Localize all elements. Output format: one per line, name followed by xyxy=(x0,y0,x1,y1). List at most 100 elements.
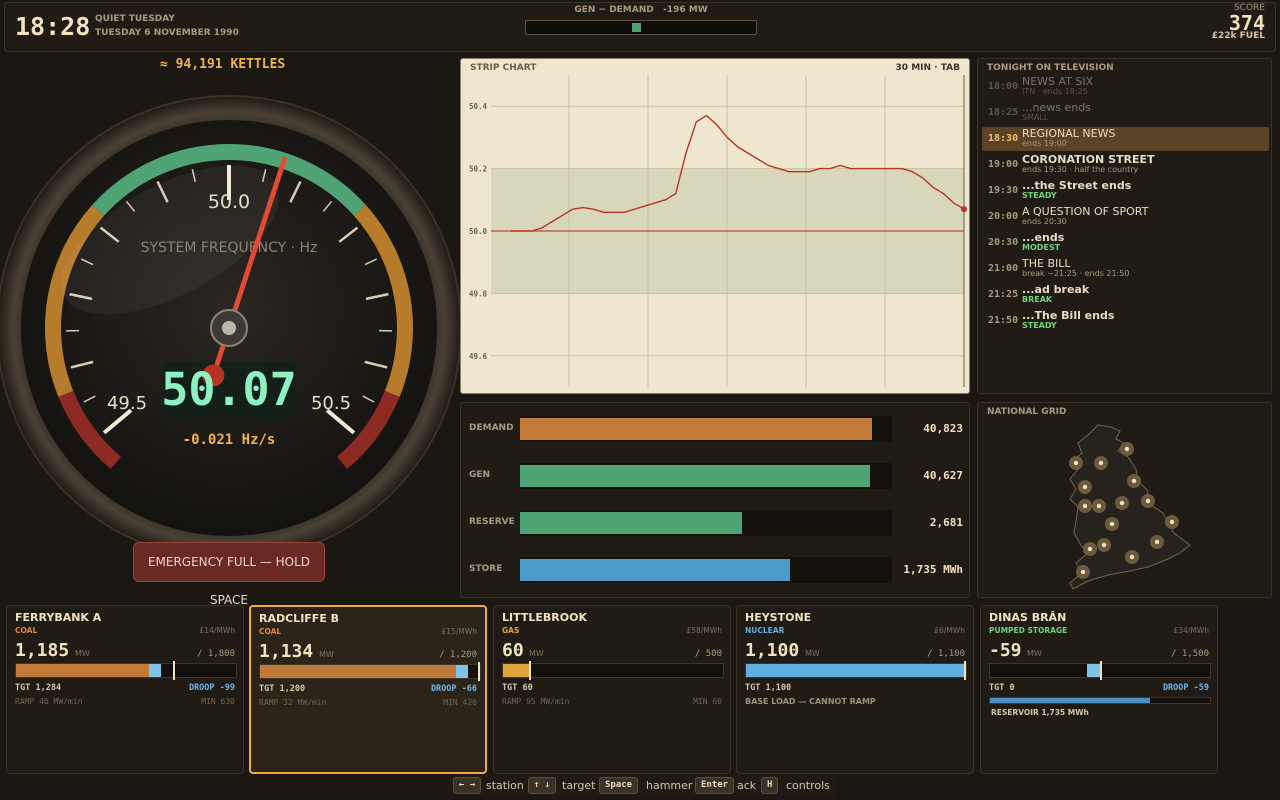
key-hint-desc: station xyxy=(486,779,524,792)
station-capacity: / 1,100 xyxy=(927,649,965,659)
key-hint-hammer: Space xyxy=(599,777,639,794)
station-output-unit: MW xyxy=(529,649,544,658)
tv-programme-note: ends 19:00 xyxy=(1022,139,1067,148)
gauge-title: SYSTEM FREQUENCY · Hz xyxy=(141,240,318,256)
tv-programme-time: 19:30 xyxy=(988,185,1019,196)
station-output-fill xyxy=(16,664,161,677)
strip-y-tick: 50.4 xyxy=(469,102,488,111)
station-card-dinas-br-n[interactable]: DINAS BRÂN PUMPED STORAGE £34/MWh -59 MW / 1,… xyxy=(980,605,1218,774)
station-type: NUCLEAR xyxy=(745,626,785,635)
balance-bar-track xyxy=(520,416,892,442)
station-target-marker[interactable] xyxy=(1100,661,1102,680)
station-target: TGT 60 xyxy=(502,683,533,693)
balance-bar-label: GEN xyxy=(469,470,491,480)
station-card-littlebrook[interactable]: LITTLEBROOK GAS £58/MWh 60 MW / 500 TGT 60 RAMP… xyxy=(493,605,731,774)
station-ramp: RAMP 95 MW/min xyxy=(502,697,570,706)
gauge-hub-cap xyxy=(222,321,236,335)
balance-bar-value: 40,823 xyxy=(923,422,963,435)
grid-map-title: NATIONAL GRID xyxy=(987,407,1067,417)
tv-programme-note: ITN · ends 18:25 xyxy=(1022,87,1088,96)
grid-map xyxy=(1069,424,1191,590)
power-station-marker-dot xyxy=(1096,503,1102,509)
station-ramp: RAMP 46 MW/min xyxy=(15,697,83,706)
gauge-rate: -0.021 Hz/s xyxy=(183,432,276,448)
tv-programme: 18:25 ...news ends SMALL xyxy=(982,101,1269,125)
station-output-bar[interactable] xyxy=(745,661,967,680)
station-card-ferrybank-a[interactable]: FERRYBANK A COAL £14/MWh 1,185 MW / 1,800 TGT … xyxy=(6,605,244,774)
station-target-marker[interactable] xyxy=(172,661,175,680)
station-capacity: / 1,800 xyxy=(197,649,235,659)
station-output: 1,100 xyxy=(745,640,800,661)
tv-programme: 20:00 A QUESTION OF SPORT ends 20:30 xyxy=(982,205,1269,229)
station-name: RADCLIFFE B xyxy=(259,612,340,625)
station-target-marker[interactable] xyxy=(964,661,966,680)
power-station-marker-dot xyxy=(1101,542,1107,548)
station-output-bar[interactable] xyxy=(259,662,481,681)
station-cost: £34/MWh xyxy=(1173,626,1209,635)
key-hint-target: ↑ ↓ xyxy=(528,777,557,794)
station-target: TGT 1,200 xyxy=(259,684,306,694)
tv-programme-note: BREAK xyxy=(1022,295,1053,304)
station-output-bar[interactable] xyxy=(15,661,237,680)
balance-bar-track xyxy=(520,463,892,489)
tv-programme: 18:00 NEWS AT SIX ITN · ends 18:25 xyxy=(982,75,1269,99)
station-card-heystone[interactable]: HEYSTONE NUCLEAR £6/MWh 1,100 MW / 1,100 TGT 1… xyxy=(736,605,974,774)
balance-bars-panel: DEMAND 40,823 GEN 40,627 RESERVE 2,681 STORE 1,… xyxy=(460,402,970,598)
station-capacity: / 1,200 xyxy=(439,650,477,660)
station-note: BASE LOAD — CANNOT RAMP xyxy=(745,697,876,706)
balance-bar-value: 2,681 xyxy=(929,516,963,529)
station-target-marker[interactable] xyxy=(529,661,532,680)
power-station-marker-dot xyxy=(1129,554,1135,560)
balance-bar-track xyxy=(520,510,892,536)
balance-bar-label: STORE xyxy=(469,564,503,574)
key-hint-desc: controls xyxy=(786,779,830,792)
station-cost: £6/MWh xyxy=(934,626,965,635)
station-output-unit: MW xyxy=(319,650,334,659)
balance-bar-store: STORE 1,735 MWh xyxy=(461,557,971,583)
reservoir-fill xyxy=(990,698,1150,703)
keyboard-help-bar: ← → station ↑ ↓ target Space hammer Enter ack Hc… xyxy=(448,775,836,797)
station-output-fill-tip xyxy=(148,664,161,677)
tv-programme-time: 20:30 xyxy=(988,237,1019,248)
station-output-unit: MW xyxy=(75,649,90,658)
station-output: 1,134 xyxy=(259,641,314,662)
power-station-marker-dot xyxy=(1073,460,1079,466)
station-output-bar[interactable] xyxy=(502,661,724,680)
balance-title: GEN − DEMAND -196 MW xyxy=(525,5,757,15)
tv-programme-time: 21:25 xyxy=(988,289,1019,300)
strip-y-tick: 50.0 xyxy=(469,227,488,236)
emergency-full-button[interactable]: EMERGENCY FULL — HOLD SPACE xyxy=(133,542,325,607)
tv-programme: 21:25 ...ad break BREAK xyxy=(982,283,1269,307)
station-droop: DROOP -99 xyxy=(188,683,235,693)
key-hint-desc: target xyxy=(562,779,596,792)
power-station-marker-dot xyxy=(1124,446,1130,452)
strip-y-tick: 49.6 xyxy=(469,352,488,361)
station-output-unit: MW xyxy=(805,649,820,658)
key-hint-desc: ack xyxy=(737,779,757,792)
station-capacity: / 1,500 xyxy=(1171,649,1209,659)
key-hint-desc: hammer xyxy=(646,779,693,792)
tv-schedule-panel: TONIGHT ON TELEVISION 18:00 NEWS AT SIX IT… xyxy=(977,58,1272,394)
station-output-bar[interactable] xyxy=(989,661,1211,680)
station-min: MIN 60 xyxy=(693,697,722,706)
strip-chart-window[interactable]: 30 MIN · TAB xyxy=(896,63,960,73)
station-target: TGT 1,100 xyxy=(745,683,792,693)
station-output: 60 xyxy=(502,640,524,661)
station-output-fill xyxy=(503,664,530,677)
tv-programme-note: break ~21:25 · ends 21:50 xyxy=(1022,269,1130,278)
balance-bar-reserve: RESERVE 2,681 xyxy=(461,510,971,536)
station-card-radcliffe-b[interactable]: RADCLIFFE B COAL £15/MWh 1,134 MW / 1,200 TGT … xyxy=(249,605,487,774)
balance-bar-track xyxy=(520,557,892,583)
station-target-marker[interactable] xyxy=(478,662,480,681)
tv-programme-time: 21:50 xyxy=(988,315,1019,326)
tv-programme-time: 18:30 xyxy=(988,133,1019,144)
strip-chart-title: STRIP CHART xyxy=(470,63,537,73)
station-name: DINAS BRÂN xyxy=(989,611,1067,624)
key-hint-station: ← → xyxy=(453,777,482,794)
balance-bar-fill xyxy=(520,418,872,440)
game-clock: 18:28 xyxy=(15,12,91,41)
station-min: MIN 630 xyxy=(201,697,235,706)
tv-programme-time: 20:00 xyxy=(988,211,1019,222)
power-station-marker-dot xyxy=(1131,478,1137,484)
station-cost: £14/MWh xyxy=(199,626,235,635)
